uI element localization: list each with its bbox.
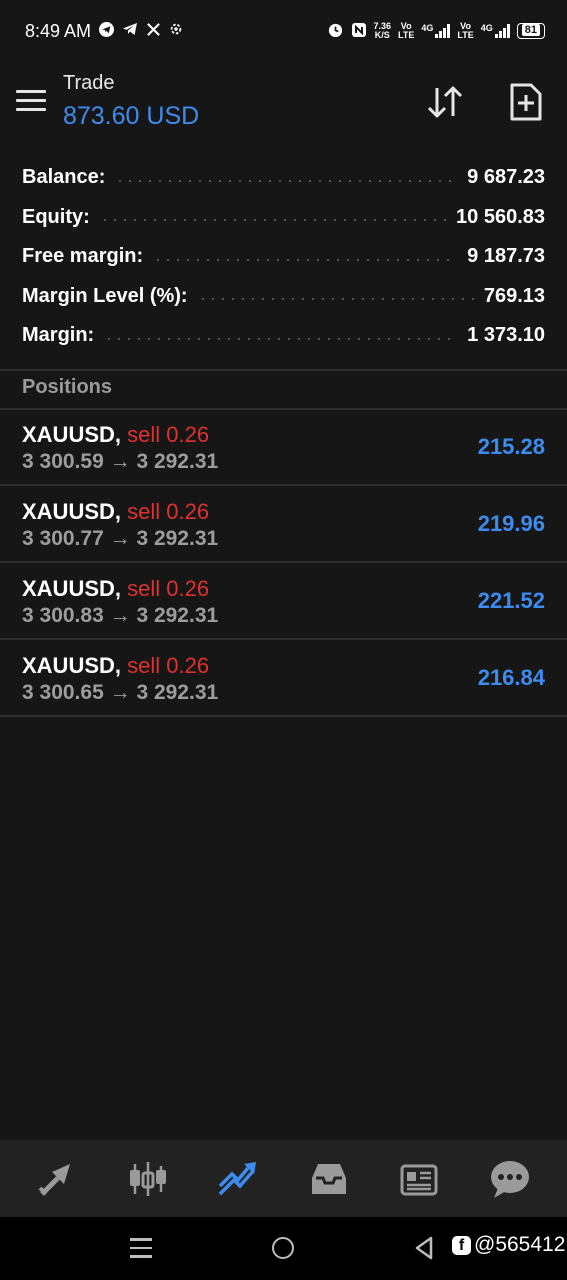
summary-value: 9 187.73 [467,245,545,268]
watermark-handle: @565412 [474,1233,566,1256]
facebook-icon: f [452,1235,471,1255]
hamburger-menu-icon[interactable] [16,90,46,114]
position-side: sell 0.26 [127,422,210,447]
summary-label: Free margin: [22,245,144,268]
signal-icon: 4G [421,24,451,38]
dotted-leader [104,337,458,340]
position-title: XAUUSD, sell 0.26 [22,499,209,525]
history-icon[interactable] [304,1154,354,1204]
position-prices: 3 300.77 → 3 292.31 [22,527,218,551]
position-profit: 216.84 [477,665,545,690]
position-prices: 3 300.65 → 3 292.31 [22,681,218,705]
divider [0,369,567,371]
net-speed: 7.36 K/S [373,21,392,40]
position-side: sell 0.26 [127,499,210,524]
position-symbol: XAUUSD, [22,653,122,678]
alarm-icon [327,21,344,41]
chart-icon[interactable] [123,1154,173,1204]
position-row[interactable]: XAUUSD, sell 0.26 3 300.59 → 3 292.31 21… [0,409,567,486]
x-icon [146,22,161,41]
summary-row-margin-level: Margin Level (%): 769.13 [0,277,567,317]
sort-icon[interactable] [425,84,465,120]
arrow-icon: → [109,681,131,704]
arrow-icon: → [109,604,131,627]
summary-value: 769.13 [483,284,545,307]
current-price: 3 292.31 [136,681,219,704]
summary-row-free-margin: Free margin: 9 187.73 [0,237,567,277]
position-profit: 219.96 [477,511,545,536]
account-summary: Balance: 9 687.23 Equity: 10 560.83 Free… [0,158,567,356]
position-profit: 221.52 [477,588,545,613]
volte-sim2: Vo LTE [457,21,474,40]
summary-row-balance: Balance: 9 687.23 [0,158,567,198]
summary-value: 9 687.23 [467,166,545,189]
dotted-leader [99,219,447,222]
messages-icon[interactable] [485,1154,535,1204]
positions-header: Positions [22,376,113,398]
volte-sim1: Vo LTE [398,21,415,40]
telegram-icon [122,22,138,40]
position-title: XAUUSD, sell 0.26 [22,422,209,448]
position-prices: 3 300.83 → 3 292.31 [22,604,218,628]
recent-apps-icon[interactable] [130,1238,152,1258]
summary-row-margin: Margin: 1 373.10 [0,316,567,356]
position-side: sell 0.26 [127,653,210,678]
position-symbol: XAUUSD, [22,499,122,524]
summary-label: Margin: [22,324,95,347]
position-side: sell 0.26 [127,576,210,601]
position-row[interactable]: XAUUSD, sell 0.26 3 300.83 → 3 292.31 22… [0,563,567,640]
current-price: 3 292.31 [136,527,219,550]
current-price: 3 292.31 [136,450,219,473]
open-price: 3 300.83 [22,604,104,627]
battery-icon: 81 [516,23,545,39]
signal-icon: 4G [481,24,510,38]
dotted-leader [115,179,458,182]
arrow-icon: → [109,527,131,550]
nfc-icon [351,22,367,41]
news-icon[interactable] [394,1154,444,1204]
position-prices: 3 300.59 → 3 292.31 [22,450,218,474]
status-bar-right: 7.36 K/S Vo LTE 4G Vo LTE 4G 81 [327,21,545,41]
current-price: 3 292.31 [136,604,219,627]
clock: 8:49 AM [25,20,92,41]
open-price: 3 300.65 [22,681,104,704]
page-title: Trade [63,72,115,94]
status-bar: 8:49 AM 7.36 K/S Vo LTE 4G Vo LTE 4G 81 [0,0,567,62]
summary-value: 1 373.10 [467,324,545,347]
position-title: XAUUSD, sell 0.26 [22,576,209,602]
position-title: XAUUSD, sell 0.26 [22,653,209,679]
watermark: f @565412 [452,1233,565,1257]
dotted-leader [197,298,474,301]
position-profit: 215.28 [477,434,545,459]
home-icon[interactable] [272,1237,294,1259]
status-bar-left: 8:49 AM [25,21,183,42]
position-symbol: XAUUSD, [22,576,122,601]
open-price: 3 300.59 [22,450,104,473]
arrow-icon: → [109,450,131,473]
floating-profit: 873.60 USD [63,102,200,130]
new-order-icon[interactable] [508,82,544,122]
position-row[interactable]: XAUUSD, sell 0.26 3 300.65 → 3 292.31 21… [0,640,567,717]
app-header: Trade 873.60 USD [0,62,567,142]
summary-row-equity: Equity: 10 560.83 [0,198,567,238]
quotes-icon[interactable] [32,1154,82,1204]
summary-label: Equity: [22,205,90,228]
system-navigation-bar: f @565412 [0,1217,567,1280]
bottom-navigation [0,1140,567,1217]
summary-label: Balance: [22,166,106,189]
telegram-icon [99,21,115,41]
trade-icon[interactable] [213,1154,263,1204]
back-icon[interactable] [413,1235,435,1266]
open-price: 3 300.77 [22,527,104,550]
dotted-leader [153,258,458,261]
settings-icon [169,22,183,40]
position-symbol: XAUUSD, [22,422,122,447]
summary-label: Margin Level (%): [22,284,188,307]
position-row[interactable]: XAUUSD, sell 0.26 3 300.77 → 3 292.31 21… [0,486,567,563]
summary-value: 10 560.83 [456,205,545,228]
positions-list: XAUUSD, sell 0.26 3 300.59 → 3 292.31 21… [0,409,567,717]
